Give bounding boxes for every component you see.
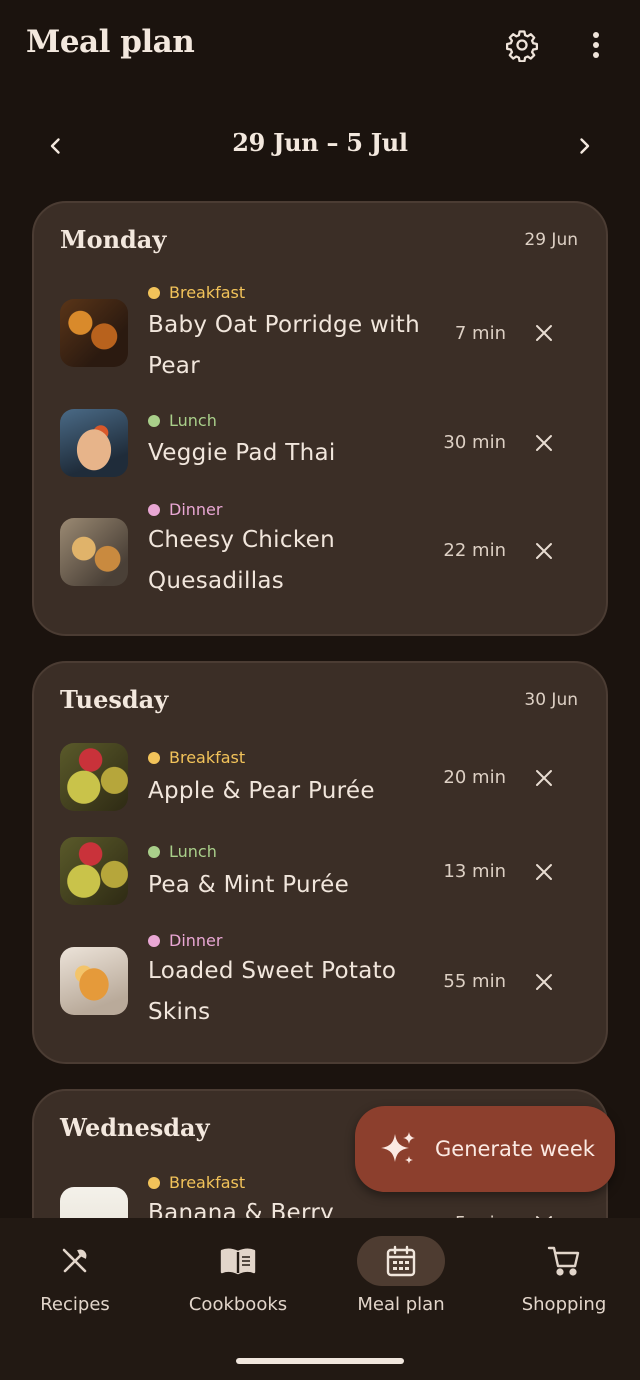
meal-type-label: Dinner xyxy=(148,500,222,519)
day-card-monday: Monday 29 Jun Breakfast Baby Oat Porridg… xyxy=(32,201,608,636)
recipe-thumbnail xyxy=(60,299,128,367)
meal-item[interactable]: Lunch Veggie Pad Thai 30 min xyxy=(34,409,606,491)
top-app-bar: Meal plan xyxy=(0,0,640,92)
recipe-thumbnail xyxy=(60,837,128,905)
meal-type-text: Dinner xyxy=(169,500,223,519)
meal-title: Veggie Pad Thai xyxy=(148,440,336,466)
utensils-icon xyxy=(62,1248,87,1273)
recipe-thumbnail xyxy=(60,947,128,1015)
nav-item-cookbooks[interactable]: Cookbooks xyxy=(158,1236,318,1346)
week-range-label: 29 Jun – 5 Jul xyxy=(232,128,408,157)
close-icon xyxy=(536,543,552,559)
dinner-dot xyxy=(148,503,160,516)
nav-icon-container xyxy=(357,1236,445,1286)
meal-type-label: Breakfast xyxy=(148,1173,245,1192)
meal-item[interactable]: Dinner Cheesy Chicken Quesadillas 22 min xyxy=(34,500,606,600)
lunch-dot xyxy=(148,845,160,858)
nav-item-meal-plan[interactable]: Meal plan xyxy=(321,1236,481,1346)
generate-week-label: Generate week xyxy=(435,1137,595,1161)
meal-title: Baby Oat Porridge with Pear xyxy=(148,312,420,379)
meal-time: 55 min xyxy=(443,971,506,992)
more-vert-icon xyxy=(593,32,599,58)
meal-plan-screen: Meal plan 29 Jun – 5 Jul Monday 29 Jun B… xyxy=(0,0,640,1380)
meal-time: 20 min xyxy=(443,767,506,788)
day-card-tuesday: Tuesday 30 Jun Breakfast Apple & Pear Pu… xyxy=(32,661,608,1064)
book-icon xyxy=(220,1248,256,1275)
more-options-button[interactable] xyxy=(572,21,620,69)
meal-type-text: Lunch xyxy=(169,411,217,430)
recipe-thumbnail xyxy=(60,409,128,477)
meal-item[interactable]: Dinner Loaded Sweet Potato Skins 55 min xyxy=(34,931,606,1031)
nav-label: Cookbooks xyxy=(188,1294,288,1315)
home-indicator[interactable] xyxy=(236,1358,404,1364)
page-title: Meal plan xyxy=(26,24,195,60)
cart-icon xyxy=(547,1246,580,1276)
breakfast-dot xyxy=(148,751,160,764)
meal-title: Apple & Pear Purée xyxy=(148,778,375,804)
dinner-dot xyxy=(148,934,160,947)
meal-time: 13 min xyxy=(443,861,506,882)
meal-type-label: Lunch xyxy=(148,411,217,430)
day-name: Tuesday xyxy=(60,685,169,714)
day-name: Monday xyxy=(60,225,167,254)
nav-label: Shopping xyxy=(521,1294,607,1315)
next-week-button[interactable] xyxy=(560,122,608,170)
lunch-dot xyxy=(148,414,160,427)
sparkle-icon xyxy=(381,1132,415,1164)
meal-type-label: Dinner xyxy=(148,931,222,950)
nav-item-recipes[interactable]: Recipes xyxy=(0,1236,155,1346)
meal-type-text: Lunch xyxy=(169,842,217,861)
nav-label: Meal plan xyxy=(357,1294,445,1315)
meal-time: 22 min xyxy=(443,540,506,561)
chevron-right-icon xyxy=(580,138,590,154)
recipe-thumbnail xyxy=(60,743,128,811)
nav-icon-container xyxy=(520,1236,608,1286)
meal-item[interactable]: Lunch Pea & Mint Purée 13 min xyxy=(34,837,606,922)
meal-time: 7 min xyxy=(454,323,506,344)
meal-time: 30 min xyxy=(443,432,506,453)
meal-type-text: Breakfast xyxy=(169,1173,246,1192)
close-icon xyxy=(536,864,552,880)
close-icon xyxy=(536,325,552,341)
remove-meal-button[interactable] xyxy=(524,423,564,463)
calendar-icon xyxy=(386,1245,416,1277)
meal-type-text: Breakfast xyxy=(169,283,246,302)
nav-item-shopping[interactable]: Shopping xyxy=(484,1236,640,1346)
meal-type-label: Breakfast xyxy=(148,283,245,302)
bottom-navigation: Recipes Cookbooks Meal plan Shopping xyxy=(0,1218,640,1380)
remove-meal-button[interactable] xyxy=(524,531,564,571)
nav-label: Recipes xyxy=(40,1294,110,1315)
close-icon xyxy=(536,770,552,786)
meal-item[interactable]: Breakfast Baby Oat Porridge with Pear 7 … xyxy=(34,283,606,383)
meal-type-text: Breakfast xyxy=(169,748,246,767)
meal-item[interactable]: Breakfast Apple & Pear Purée 20 min xyxy=(34,743,606,828)
week-navigator: 29 Jun – 5 Jul xyxy=(0,118,640,174)
close-icon xyxy=(536,974,552,990)
remove-meal-button[interactable] xyxy=(524,313,564,353)
nav-icon-container xyxy=(194,1236,282,1286)
breakfast-dot xyxy=(148,286,160,299)
day-date: 29 Jun xyxy=(524,230,578,250)
meal-type-text: Dinner xyxy=(169,931,223,950)
meal-title: Loaded Sweet Potato Skins xyxy=(148,958,397,1025)
gear-icon xyxy=(505,30,539,62)
meal-title: Pea & Mint Purée xyxy=(148,872,350,898)
meal-type-label: Lunch xyxy=(148,842,217,861)
remove-meal-button[interactable] xyxy=(524,852,564,892)
recipe-thumbnail xyxy=(60,518,128,586)
meal-type-label: Breakfast xyxy=(148,748,245,767)
remove-meal-button[interactable] xyxy=(524,962,564,1002)
day-name: Wednesday xyxy=(60,1113,210,1142)
day-date: 30 Jun xyxy=(524,690,578,710)
nav-icon-container xyxy=(31,1236,119,1286)
remove-meal-button[interactable] xyxy=(524,758,564,798)
breakfast-dot xyxy=(148,1176,160,1189)
meal-title: Cheesy Chicken Quesadillas xyxy=(148,527,335,594)
close-icon xyxy=(536,435,552,451)
generate-week-button[interactable]: Generate week xyxy=(355,1106,615,1192)
settings-button[interactable] xyxy=(498,21,546,69)
